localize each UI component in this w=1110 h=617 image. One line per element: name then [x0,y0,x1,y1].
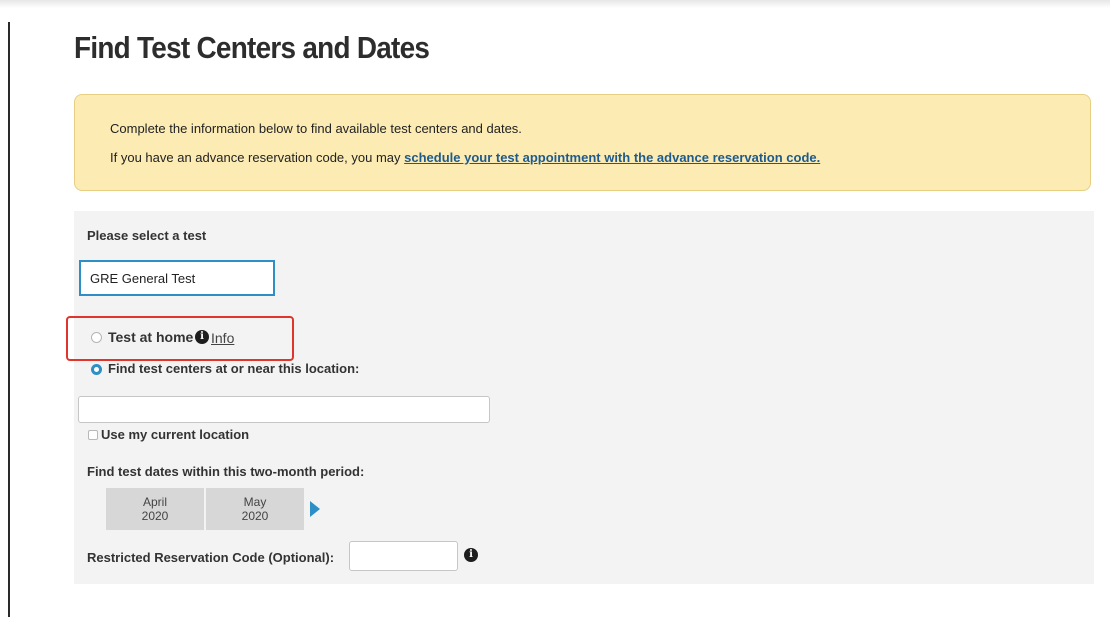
test-select[interactable]: GRE General Test [79,260,275,296]
use-current-location-checkbox[interactable] [88,430,98,440]
advance-reservation-link[interactable]: schedule your test appointment with the … [404,150,820,165]
month-year: 2020 [141,509,169,523]
month-tab-may[interactable]: May 2020 [206,488,304,530]
month-name: April [142,495,167,509]
page-title: Find Test Centers and Dates [74,30,430,65]
reservation-code-input[interactable] [349,541,458,571]
info-notice: Complete the information below to find a… [74,94,1091,191]
top-shadow [0,0,1110,8]
info-icon[interactable]: i [195,330,209,344]
notice-line-1: Complete the information below to find a… [110,121,522,136]
info-link[interactable]: Info [211,330,234,346]
next-arrow-icon[interactable] [310,501,320,517]
month-year: 2020 [241,509,269,523]
notice-line-2-text: If you have an advance reservation code,… [110,150,405,165]
month-selector: April 2020 May 2020 [106,488,304,530]
test-center-location-label: Find test centers at or near this locati… [108,361,360,376]
left-border [8,22,10,617]
select-test-label: Please select a test [87,228,207,243]
reservation-code-label: Restricted Reservation Code (Optional): [87,550,335,565]
two-month-period-label: Find test dates within this two-month pe… [87,464,365,479]
test-at-home-label: Test at home [108,329,194,345]
use-current-location-label: Use my current location [101,427,250,442]
test-at-home-radio[interactable] [91,332,102,343]
location-input[interactable] [78,396,490,423]
month-tab-april[interactable]: April 2020 [106,488,204,530]
reservation-info-icon[interactable]: i [464,548,478,562]
test-center-location-radio[interactable] [91,364,102,375]
notice-line-2: If you have an advance reservation code,… [110,150,820,165]
month-name: May [243,495,267,509]
page: Find Test Centers and Dates Complete the… [0,0,1110,617]
